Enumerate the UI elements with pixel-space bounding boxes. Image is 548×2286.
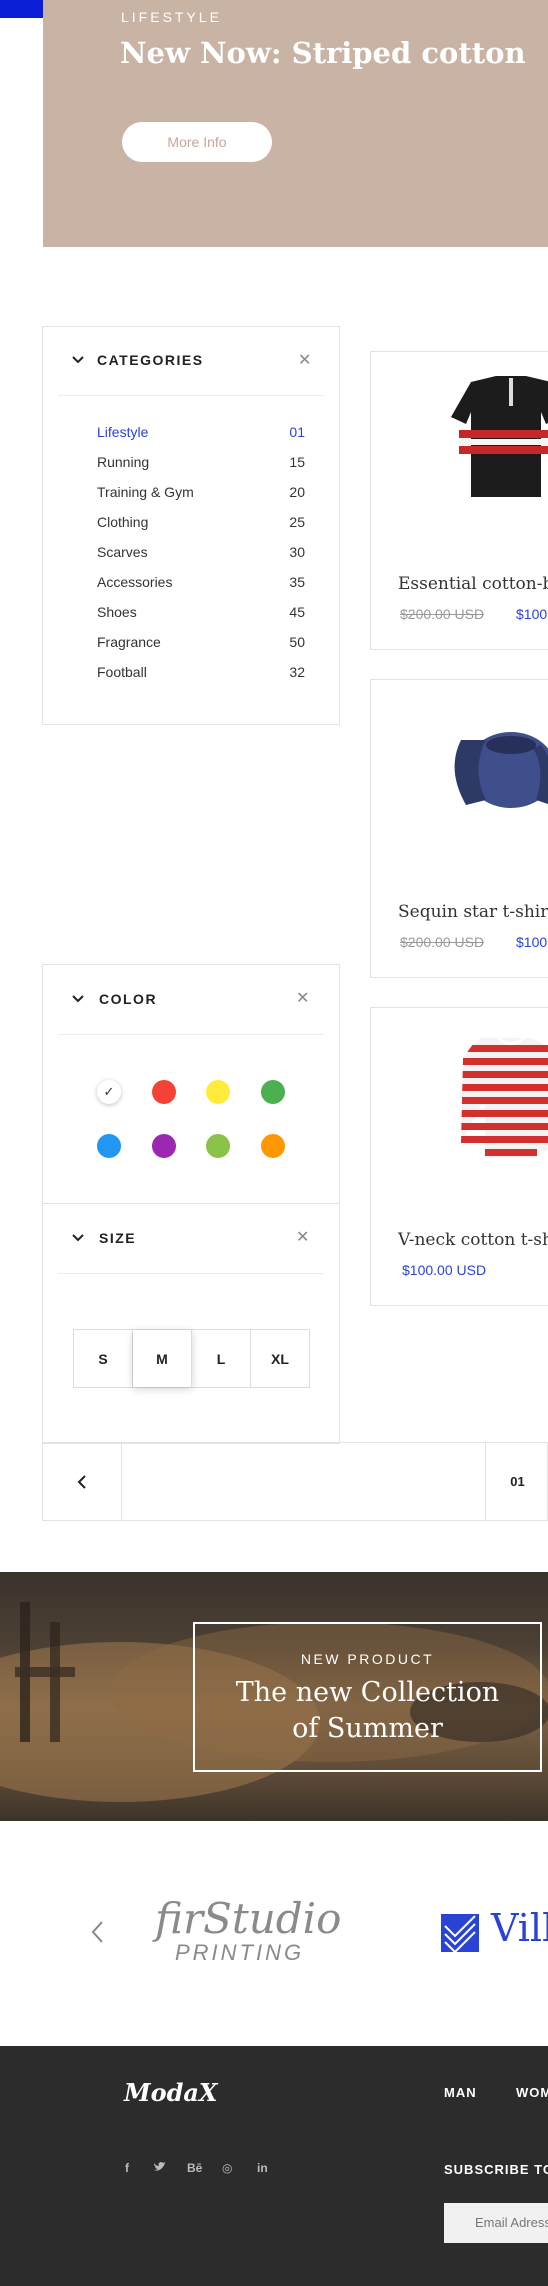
category-count: 25: [289, 514, 305, 530]
chevron-left-icon: [77, 1474, 86, 1489]
category-count: 15: [289, 454, 305, 470]
category-label: Clothing: [97, 514, 149, 530]
product-price: $100.00 USD: [402, 1262, 487, 1278]
chevron-down-icon[interactable]: [71, 355, 85, 365]
category-count: 30: [289, 544, 305, 560]
color-swatch-purple[interactable]: [152, 1134, 176, 1158]
size-option-l[interactable]: L: [192, 1330, 251, 1387]
color-swatch-yellow[interactable]: [206, 1080, 230, 1104]
collection-kicker: NEW PRODUCT: [300, 1651, 435, 1667]
category-label: Football: [97, 664, 147, 680]
category-label: Shoes: [97, 604, 137, 620]
brand-mark-icon: [441, 1914, 479, 1952]
product-card[interactable]: V-neck cotton t-sh $100.00 USD: [370, 1007, 548, 1306]
category-label: Lifestyle: [97, 424, 149, 440]
more-info-button[interactable]: More Info: [122, 122, 272, 162]
pagination: 01: [42, 1442, 548, 1521]
brand-logo-sub: PRINTING: [175, 1940, 305, 1965]
divider: [58, 1034, 324, 1035]
collection-title: The new Collection of Summer: [193, 1675, 542, 1747]
product-image: [451, 376, 548, 497]
close-icon[interactable]: ✕: [298, 350, 311, 370]
product-card[interactable]: Sequin star t-shirt $200.00 USD $100: [370, 679, 548, 978]
size-title: SIZE: [99, 1230, 137, 1246]
product-card[interactable]: Essential cotton-bl $200.00 USD $100: [370, 351, 548, 650]
product-price: $100: [516, 934, 548, 950]
category-label: Running: [97, 454, 150, 470]
check-icon: ✓: [103, 1084, 115, 1099]
category-item[interactable]: Fragrance 50: [97, 634, 305, 664]
divider: [58, 395, 324, 396]
category-item[interactable]: Running 15: [97, 454, 305, 484]
category-item[interactable]: Shoes 45: [97, 604, 305, 634]
footer-nav-link[interactable]: WOM: [516, 2085, 548, 2100]
behance-icon[interactable]: Bē: [187, 2161, 202, 2175]
color-swatch-white[interactable]: ✓: [97, 1080, 121, 1104]
chevron-down-icon[interactable]: [71, 994, 85, 1004]
category-count: 50: [289, 634, 305, 650]
category-label: Scarves: [97, 544, 148, 560]
category-item[interactable]: Accessories 35: [97, 574, 305, 604]
category-item[interactable]: Football 32: [97, 664, 305, 694]
category-label: Training & Gym: [97, 484, 194, 500]
collection-title-line: of Summer: [292, 1713, 443, 1744]
top-accent-bar: [0, 0, 43, 18]
prev-page-button[interactable]: [43, 1443, 122, 1520]
size-selector: S M L XL: [73, 1329, 310, 1388]
category-count: 32: [289, 664, 305, 680]
color-title: COLOR: [99, 991, 158, 1007]
twitter-bird-icon: [154, 2162, 165, 2171]
close-icon[interactable]: ✕: [296, 1227, 309, 1247]
categories-title: CATEGORIES: [97, 352, 204, 368]
color-swatch-lime[interactable]: [206, 1134, 230, 1158]
category-count: 20: [289, 484, 305, 500]
size-option-s[interactable]: S: [74, 1330, 133, 1387]
close-icon[interactable]: ✕: [296, 988, 309, 1008]
size-option-m[interactable]: M: [133, 1330, 192, 1387]
color-swatch-green[interactable]: [261, 1080, 285, 1104]
footer-nav-link[interactable]: MAN: [444, 2085, 477, 2100]
category-count: 45: [289, 604, 305, 620]
color-swatch-orange[interactable]: [261, 1134, 285, 1158]
product-old-price: $200.00 USD: [400, 606, 485, 622]
footer-logo[interactable]: ModaX: [124, 2078, 218, 2107]
product-name[interactable]: Essential cotton-bl: [398, 574, 548, 594]
collection-title-line: The new Collection: [235, 1677, 500, 1708]
chevron-left-icon[interactable]: [90, 1920, 104, 1944]
divider: [43, 1203, 339, 1204]
hero-kicker: LIFESTYLE: [121, 9, 222, 25]
size-option-xl[interactable]: XL: [251, 1330, 309, 1387]
category-label: Fragrance: [97, 634, 161, 650]
linkedin-icon[interactable]: in: [257, 2161, 268, 2175]
brand-logo-name[interactable]: firStudio: [155, 1894, 341, 1943]
product-name[interactable]: Sequin star t-shirt: [398, 902, 548, 922]
category-item[interactable]: Scarves 30: [97, 544, 305, 574]
category-count: 01: [289, 424, 305, 440]
product-name[interactable]: V-neck cotton t-sh: [398, 1230, 548, 1250]
product-image: [441, 1033, 548, 1158]
email-field[interactable]: Email Adress: [444, 2203, 548, 2243]
facebook-icon[interactable]: f: [125, 2161, 129, 2175]
hero-title: New Now: Striped cotton: [120, 36, 526, 70]
chevron-down-icon[interactable]: [71, 1233, 85, 1243]
color-swatch-red[interactable]: [152, 1080, 176, 1104]
dribbble-icon[interactable]: ◎: [222, 2161, 232, 2175]
divider: [58, 1273, 324, 1274]
category-count: 35: [289, 574, 305, 590]
page-number[interactable]: 01: [485, 1443, 548, 1520]
product-image: [454, 732, 548, 808]
color-swatch-blue[interactable]: [97, 1134, 121, 1158]
product-price: $100: [516, 606, 548, 622]
twitter-icon[interactable]: [153, 2161, 166, 2175]
subscribe-heading: SUBSCRIBE TO: [444, 2162, 548, 2177]
category-item[interactable]: Lifestyle 01: [97, 424, 305, 454]
category-item[interactable]: Training & Gym 20: [97, 484, 305, 514]
product-old-price: $200.00 USD: [400, 934, 485, 950]
category-item[interactable]: Clothing 25: [97, 514, 305, 544]
brand-logo-name[interactable]: Vill: [491, 1906, 548, 1950]
category-label: Accessories: [97, 574, 173, 590]
